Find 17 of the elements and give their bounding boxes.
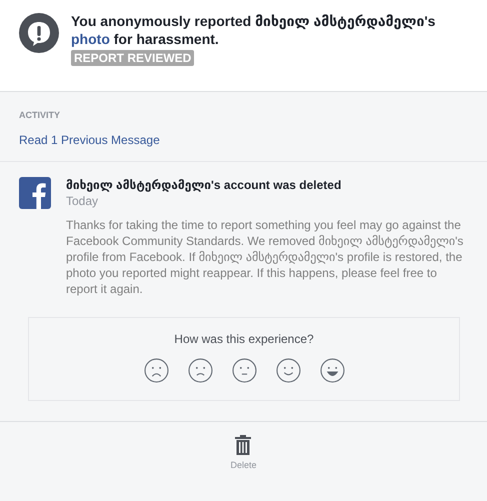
smiling-face-icon[interactable] — [276, 358, 300, 383]
message-title: მიხეილ ამსტერდამელი's account was deleted — [66, 177, 342, 193]
message-time: Today — [66, 193, 100, 209]
neutral-face-icon[interactable] — [232, 358, 256, 383]
grinning-face-icon[interactable] — [320, 358, 344, 383]
photo-link[interactable]: photo — [71, 31, 110, 47]
very-sad-face-icon[interactable] — [144, 358, 168, 383]
previous-message-link[interactable]: Read 1 Previous Message — [19, 133, 160, 147]
alert-icon — [19, 13, 59, 53]
activity-heading: ACTIVITY — [19, 110, 62, 120]
feedback-question: How was this experience? — [174, 332, 314, 346]
report-title: You anonymously reported მიხეილ ამსტერდამელი's photo for harassment. — [71, 12, 436, 48]
facebook-logo-icon — [19, 177, 51, 209]
message-body: Thanks for taking the time to report something you feel may go against the Facebook Community Standards. We removed მიხეილ ამსტერდამელი's profile from Facebook. If მიხეილ ამსტერდამელი's profile is restored, the photo you reported might reappear. If this happens, please feel free to report it again. — [66, 217, 464, 297]
trash-icon — [235, 435, 252, 455]
sad-face-icon[interactable] — [188, 358, 212, 383]
status-badge: REPORT REVIEWED — [71, 50, 194, 66]
